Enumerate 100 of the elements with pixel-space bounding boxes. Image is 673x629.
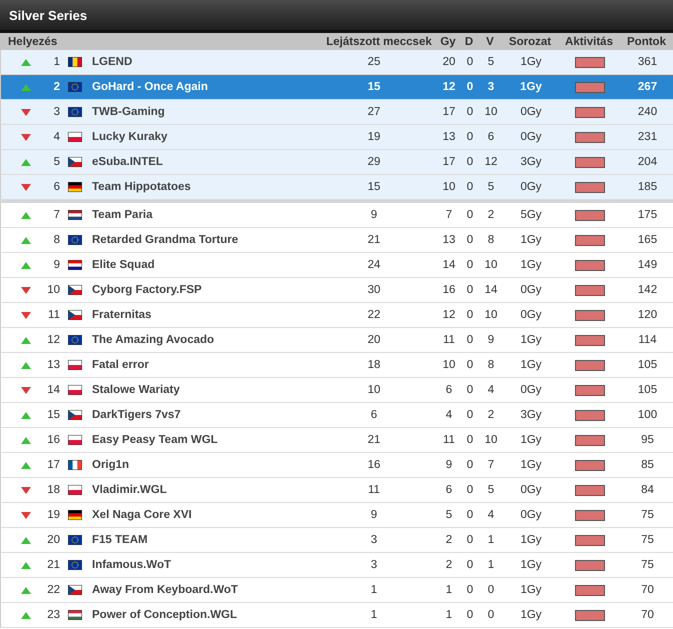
- table-row[interactable]: 23 Power of Conception.WGL 1 1 0 0 1Gy 70: [0, 603, 673, 628]
- column-header[interactable]: Gy: [436, 36, 460, 48]
- table-cell-text: 105: [636, 384, 658, 396]
- table-cell-text: 0: [466, 559, 474, 571]
- table-cell-text: 3Gy: [519, 409, 543, 421]
- team-name[interactable]: LGEND: [88, 56, 323, 68]
- table-row[interactable]: 5 eSuba.INTEL 29 17 0 12 3Gy 204: [0, 150, 673, 175]
- table-cell-text: 2: [486, 209, 496, 221]
- team-name[interactable]: Infamous.WoT: [88, 559, 323, 571]
- table-cell-text: 7: [444, 209, 454, 221]
- team-name[interactable]: Vladimir.WGL: [88, 484, 323, 496]
- team-name[interactable]: Fraternitas: [88, 309, 323, 321]
- table-cell-text: 22: [46, 584, 60, 596]
- table-cell-text: 0: [466, 234, 474, 246]
- table-row[interactable]: 8 Retarded Grandma Torture 21 13 0 8 1Gy 165: [0, 228, 673, 253]
- table-cell-text: 10: [484, 309, 498, 321]
- table-cell-text: 2: [444, 559, 454, 571]
- table-cell-text: 3: [486, 81, 496, 93]
- table-cell-text: 204: [636, 156, 658, 168]
- table-row[interactable]: 16 Easy Peasy Team WGL 21 11 0 10 1Gy 95: [0, 428, 673, 453]
- table-cell-text: 0: [466, 131, 474, 143]
- table-row[interactable]: 18 Vladimir.WGL 11 6 0 5 0Gy 84: [0, 478, 673, 503]
- activity-bar: [575, 410, 605, 420]
- table-row[interactable]: 2 GoHard - Once Again 15 12 0 3 1Gy 267: [0, 75, 673, 100]
- table-cell-text: 8: [486, 234, 496, 246]
- table-cell-text: 1Gy: [519, 334, 543, 346]
- table-cell-text: 0: [466, 309, 474, 321]
- activity-bar: [575, 82, 605, 92]
- table-row[interactable]: 3 TWB-Gaming 27 17 0 10 0Gy 240: [0, 100, 673, 125]
- table-cell-text: 16: [442, 284, 456, 296]
- table-cell-text: 0Gy: [519, 484, 543, 496]
- team-name[interactable]: Stalowe Wariaty: [88, 384, 323, 396]
- column-header[interactable]: Lejátszott meccsek: [322, 36, 436, 48]
- team-name[interactable]: Power of Conception.WGL: [88, 609, 323, 621]
- table-cell-text: 21: [366, 434, 382, 446]
- table-row[interactable]: 7 Team Paria 9 7 0 2 5Gy 175: [0, 203, 673, 228]
- team-name[interactable]: Cyborg Factory.FSP: [88, 284, 323, 296]
- activity-bar: [575, 610, 605, 620]
- table-row[interactable]: 20 F15 TEAM 3 2 0 1 1Gy 75: [0, 528, 673, 553]
- table-row[interactable]: 14 Stalowe Wariaty 10 6 0 4 0Gy 105: [0, 378, 673, 403]
- table-cell-text: 2: [444, 534, 454, 546]
- table-cell-text: 22: [366, 309, 382, 321]
- table-cell-text: 0: [466, 434, 474, 446]
- table-cell-text: 3: [370, 559, 378, 571]
- table-row[interactable]: 15 DarkTigers 7vs7 6 4 0 2 3Gy 100: [0, 403, 673, 428]
- team-name[interactable]: TWB-Gaming: [88, 106, 323, 118]
- table-cell-text: 75: [640, 534, 655, 546]
- team-name[interactable]: eSuba.INTEL: [88, 156, 323, 168]
- team-name[interactable]: Lucky Kuraky: [88, 131, 323, 143]
- team-name[interactable]: The Amazing Avocado: [88, 334, 323, 346]
- column-header[interactable]: Sorozat: [502, 36, 558, 48]
- team-name[interactable]: Retarded Grandma Torture: [88, 234, 323, 246]
- table-cell-text: 13: [442, 131, 456, 143]
- table-row[interactable]: 12 The Amazing Avocado 20 11 0 9 1Gy 114: [0, 328, 673, 353]
- column-header[interactable]: Pontok: [620, 36, 673, 48]
- table-cell-text: 0Gy: [519, 509, 543, 521]
- table-cell-text: 19: [46, 509, 60, 521]
- table-cell-text: 1Gy: [519, 609, 543, 621]
- table-cell-text: 1: [52, 56, 60, 68]
- table-cell-text: 3: [52, 106, 60, 118]
- team-name[interactable]: F15 TEAM: [88, 534, 323, 546]
- column-header[interactable]: Helyezés: [0, 36, 322, 48]
- table-row[interactable]: 21 Infamous.WoT 3 2 0 1 1Gy 75: [0, 553, 673, 578]
- table-cell-text: 14: [442, 259, 456, 271]
- column-header[interactable]: D: [460, 36, 478, 48]
- table-cell-text: 8: [52, 234, 60, 246]
- table-row[interactable]: 1 LGEND 25 20 0 5 1Gy 361: [0, 50, 673, 75]
- table-cell-text: 95: [640, 434, 655, 446]
- team-name[interactable]: Team Paria: [88, 209, 323, 221]
- table-row[interactable]: 4 Lucky Kuraky 19 13 0 6 0Gy 231: [0, 125, 673, 150]
- table-row[interactable]: 22 Away From Keyboard.WoT 1 1 0 0 1Gy 70: [0, 578, 673, 603]
- table-row[interactable]: 13 Fatal error 18 10 0 8 1Gy 105: [0, 353, 673, 378]
- column-header[interactable]: Aktivitás: [558, 36, 620, 48]
- table-row[interactable]: 6 Team Hippotatoes 15 10 0 5 0Gy 185: [0, 175, 673, 200]
- team-name[interactable]: Elite Squad: [88, 259, 323, 271]
- table-cell-text: 1Gy: [519, 534, 543, 546]
- team-name[interactable]: Orig1n: [88, 459, 323, 471]
- table-cell-text: 0: [486, 584, 496, 596]
- table-row[interactable]: 17 Orig1n 16 9 0 7 1Gy 85: [0, 453, 673, 478]
- activity-bar: [575, 56, 605, 68]
- team-name[interactable]: Away From Keyboard.WoT: [88, 584, 323, 596]
- table-cell-text: 0: [466, 56, 474, 68]
- team-name[interactable]: Easy Peasy Team WGL: [88, 434, 323, 446]
- table-row[interactable]: 10 Cyborg Factory.FSP 30 16 0 14 0Gy 142: [0, 278, 673, 303]
- team-name[interactable]: Xel Naga Core XVI: [88, 509, 323, 521]
- team-name[interactable]: GoHard - Once Again: [88, 81, 323, 93]
- table-cell-text: 23: [46, 609, 60, 621]
- table-cell-text: 0: [466, 459, 474, 471]
- table-cell-text: 9: [370, 509, 378, 521]
- table-row[interactable]: 9 Elite Squad 24 14 0 10 1Gy 149: [0, 253, 673, 278]
- table-row[interactable]: 19 Xel Naga Core XVI 9 5 0 4 0Gy 75: [0, 503, 673, 528]
- table-row[interactable]: 11 Fraternitas 22 12 0 10 0Gy 120: [0, 303, 673, 328]
- table-cell-text: 5: [486, 56, 496, 68]
- team-name[interactable]: DarkTigers 7vs7: [88, 409, 323, 421]
- table-cell-text: 100: [636, 409, 658, 421]
- column-header[interactable]: V: [478, 36, 502, 48]
- team-name[interactable]: Fatal error: [88, 359, 323, 371]
- table-cell-text: 12: [484, 156, 498, 168]
- team-name[interactable]: Team Hippotatoes: [88, 181, 323, 193]
- table-cell-text: 0: [486, 609, 496, 621]
